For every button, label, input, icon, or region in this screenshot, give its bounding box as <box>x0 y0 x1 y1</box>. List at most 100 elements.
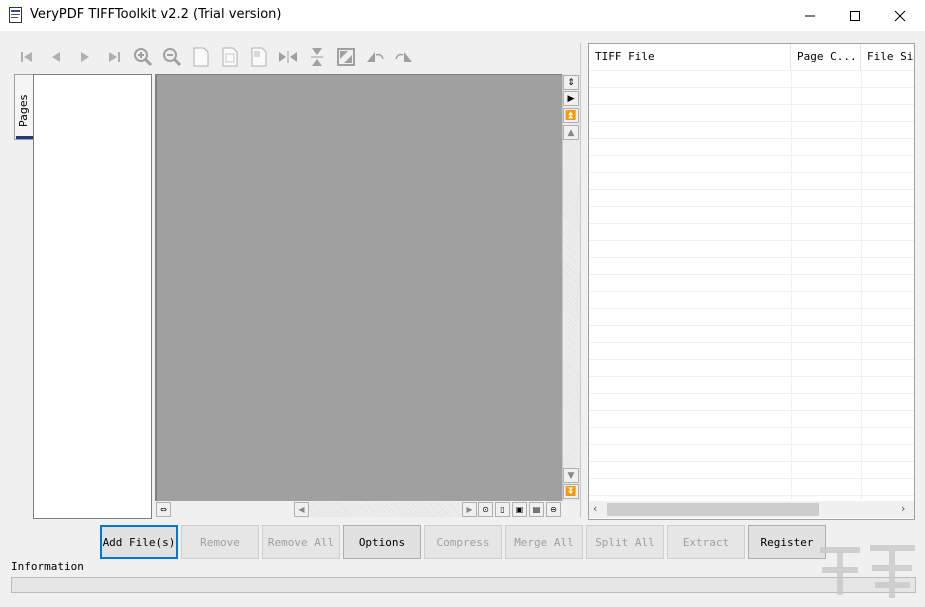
grid-row-line <box>589 206 914 207</box>
grid-row-line <box>589 376 914 377</box>
view-page-button[interactable]: ▯ <box>495 502 510 517</box>
grid-row-line <box>589 223 914 224</box>
zoom-in-icon <box>134 48 153 67</box>
rotate-icon <box>337 48 355 66</box>
grid-row-line <box>589 104 914 105</box>
column-header-file-size[interactable]: File Siz <box>861 44 914 70</box>
file-list[interactable]: TIFF File Page C... File Siz ‹ › <box>588 43 915 520</box>
scroll-left-button[interactable]: ◀ <box>294 502 309 517</box>
rotate-left-button[interactable] <box>364 46 386 68</box>
scroll-right-button[interactable]: ▶ <box>462 502 477 517</box>
zoom-in-button[interactable] <box>132 46 154 68</box>
grid-row-line <box>589 291 914 292</box>
next-button[interactable]: ▶ <box>563 91 579 106</box>
grid-row-line <box>589 189 914 190</box>
chevron-left-icon[interactable]: ‹ <box>593 502 597 515</box>
column-header-tiff-file[interactable]: TIFF File <box>589 44 791 70</box>
zoom-target-button[interactable]: ⊙ <box>478 502 493 517</box>
column-divider <box>791 70 792 500</box>
fit-width-icon <box>222 47 238 67</box>
minus-circle-icon: ⊖ <box>550 505 557 514</box>
grid-row-line <box>589 87 914 88</box>
zoom-out-button[interactable] <box>161 46 183 68</box>
panel-splitter[interactable] <box>580 43 585 518</box>
flip-horizontal-button[interactable] <box>277 46 299 68</box>
information-label: Information <box>11 560 84 573</box>
flip-vertical-button[interactable] <box>306 46 328 68</box>
first-page-icon <box>21 52 32 62</box>
prev-page-button[interactable] <box>45 46 67 68</box>
arrow-left-icon: ◀ <box>298 505 305 514</box>
next-page-icon <box>81 52 89 62</box>
view-width-button[interactable]: ▤ <box>529 502 544 517</box>
rotate-button[interactable] <box>335 46 357 68</box>
next-page-button[interactable] <box>74 46 96 68</box>
thumbnail-panel[interactable] <box>33 74 152 519</box>
file-list-horizontal-scrollbar[interactable]: ‹ › <box>589 501 914 518</box>
grid-row-line <box>589 444 914 445</box>
zoom-minus-button[interactable]: ⊖ <box>546 502 561 517</box>
grid-row-line <box>589 359 914 360</box>
actual-size-button[interactable] <box>248 46 270 68</box>
flip-horizontal-icon <box>279 51 297 63</box>
first-page-button[interactable] <box>16 46 38 68</box>
scroll-toggle-button[interactable]: ⇕ <box>563 75 579 90</box>
grid-row-line <box>589 427 914 428</box>
document-viewer[interactable] <box>155 74 564 502</box>
column-header-page-count[interactable]: Page C... <box>791 44 861 70</box>
remove-all-button[interactable]: Remove All <box>262 525 340 559</box>
page-icon: ▯ <box>500 505 505 514</box>
fit-page-button[interactable] <box>190 46 212 68</box>
grid-row-line <box>589 478 914 479</box>
scroll-top-icon: ⏫ <box>565 110 577 121</box>
fit-width-button[interactable] <box>219 46 241 68</box>
column-divider <box>861 70 862 500</box>
chevron-right-icon[interactable]: › <box>901 502 905 515</box>
horizontal-scroll-track[interactable] <box>310 502 462 517</box>
pan-button[interactable]: ⇔ <box>156 502 171 517</box>
remove-button[interactable]: Remove <box>181 525 259 559</box>
grid-row-line <box>589 342 914 343</box>
close-button[interactable] <box>877 0 922 31</box>
scroll-thumb[interactable] <box>607 503 819 516</box>
grid-row-line <box>589 410 914 411</box>
fit-page-icon <box>193 47 209 67</box>
last-page-button[interactable] <box>103 46 125 68</box>
minimize-button[interactable] <box>787 0 832 31</box>
view-fit-button[interactable]: ▣ <box>512 502 527 517</box>
last-page-icon <box>109 52 120 62</box>
arrow-down-icon: ▼ <box>567 470 575 481</box>
tab-pages[interactable]: Pages <box>14 74 34 140</box>
rotate-right-button[interactable] <box>393 46 415 68</box>
scroll-bottom-button[interactable]: ⏬ <box>563 484 579 499</box>
grid-row-line <box>589 121 914 122</box>
merge-all-button[interactable]: Merge All <box>505 525 583 559</box>
prev-page-icon <box>52 52 60 62</box>
minimize-icon <box>804 15 815 16</box>
rotate-right-icon <box>395 52 412 62</box>
flip-vertical-icon <box>311 48 323 66</box>
double-arrow-icon: ⇕ <box>567 77 575 88</box>
grid-row-line <box>589 393 914 394</box>
split-all-button[interactable]: Split All <box>586 525 664 559</box>
horizontal-arrows-icon: ⇔ <box>160 505 167 514</box>
tab-pages-label: Pages <box>17 94 30 127</box>
scroll-top-button[interactable]: ⏫ <box>563 108 579 123</box>
compress-button[interactable]: Compress <box>424 525 502 559</box>
tab-active-indicator <box>16 136 33 139</box>
play-right-icon: ▶ <box>567 93 575 104</box>
rotate-left-icon <box>367 52 384 62</box>
options-button[interactable]: Options <box>343 525 421 559</box>
grid-row-line <box>589 70 914 71</box>
scroll-up-button[interactable]: ▲ <box>563 125 579 140</box>
arrow-up-icon: ▲ <box>567 127 575 138</box>
target-icon: ⊙ <box>482 505 489 514</box>
close-icon <box>894 10 905 21</box>
scroll-bottom-icon: ⏬ <box>565 486 577 497</box>
window-title: VeryPDF TIFFToolkit v2.2 (Trial version) <box>30 7 282 22</box>
add-files-button[interactable]: Add File(s) <box>100 525 178 559</box>
grid-row-line <box>589 461 914 462</box>
maximize-button[interactable] <box>832 0 877 31</box>
zoom-out-icon <box>163 48 182 67</box>
scroll-down-button[interactable]: ▼ <box>563 468 579 483</box>
